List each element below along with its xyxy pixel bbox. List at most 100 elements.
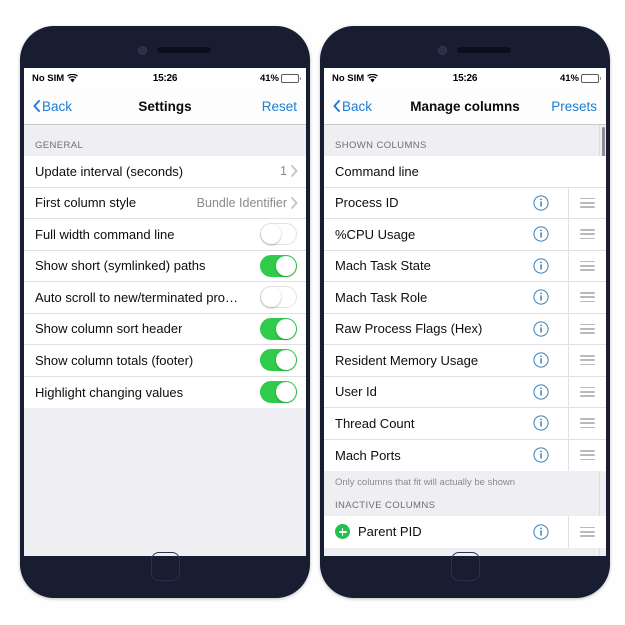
reorder-handle-icon[interactable] bbox=[569, 187, 606, 219]
row-label: Raw Process Flags (Hex) bbox=[335, 321, 483, 337]
table-row[interactable]: Command line bbox=[324, 156, 606, 188]
back-button[interactable]: Back bbox=[333, 99, 372, 114]
row-label: Auto scroll to new/terminated pro… bbox=[35, 289, 239, 305]
table-row[interactable]: %CPU Usage bbox=[324, 218, 606, 251]
phone-device-left: No SIM 15:26 41% Back Settings Reset GEN… bbox=[20, 26, 310, 598]
row-label: Command line bbox=[335, 163, 419, 179]
toggle-auto-scroll[interactable] bbox=[260, 286, 297, 309]
row-label: Mach Task State bbox=[335, 258, 431, 274]
toggle-show-column-sort-header[interactable] bbox=[260, 317, 297, 340]
toggle-show-column-totals[interactable] bbox=[260, 349, 297, 372]
info-icon[interactable] bbox=[533, 258, 549, 274]
back-button[interactable]: Back bbox=[33, 99, 72, 114]
row-show-short-paths[interactable]: Show short (symlinked) paths bbox=[24, 250, 306, 282]
table-row[interactable]: Process ID bbox=[324, 187, 606, 219]
earpiece-speaker bbox=[157, 47, 211, 53]
reorder-handle-icon[interactable] bbox=[569, 440, 606, 472]
table-row[interactable]: Parent PID bbox=[324, 516, 606, 548]
chevron-left-icon bbox=[33, 100, 40, 112]
reorder-handle-icon[interactable] bbox=[569, 219, 606, 251]
row-label: First column style bbox=[35, 195, 137, 211]
row-label: Process ID bbox=[335, 195, 399, 211]
table-row[interactable]: Mach Task State bbox=[324, 250, 606, 282]
chevron-right-icon bbox=[291, 196, 298, 209]
row-value: Bundle Identifier bbox=[196, 195, 287, 210]
home-button[interactable] bbox=[451, 552, 480, 581]
home-button[interactable] bbox=[151, 552, 180, 581]
reorder-handle-icon[interactable] bbox=[569, 313, 606, 345]
info-icon[interactable] bbox=[533, 524, 549, 540]
info-icon[interactable] bbox=[533, 321, 549, 337]
row-full-width-command-line[interactable]: Full width command line bbox=[24, 219, 306, 251]
info-icon[interactable] bbox=[533, 447, 549, 463]
table-row[interactable]: Mach Task Role bbox=[324, 281, 606, 314]
table-row[interactable]: Mach Ports bbox=[324, 439, 606, 472]
reorder-handle-icon[interactable] bbox=[569, 250, 606, 282]
back-button-label: Back bbox=[342, 98, 373, 114]
phone-device-right: No SIM 15:26 41% Back Manage columns Pre… bbox=[320, 26, 610, 598]
shown-columns-rows: Command line Process ID %CPU Usage Mach … bbox=[324, 156, 606, 471]
row-show-column-sort-header[interactable]: Show column sort header bbox=[24, 313, 306, 345]
table-row[interactable]: User Id bbox=[324, 376, 606, 408]
info-icon[interactable] bbox=[533, 384, 549, 400]
row-auto-scroll[interactable]: Auto scroll to new/terminated pro… bbox=[24, 282, 306, 314]
battery-icon bbox=[281, 73, 301, 83]
manage-columns-list: SHOWN COLUMNS Command line Process ID %C… bbox=[324, 125, 606, 556]
row-label: Show column sort header bbox=[35, 321, 183, 337]
toggle-full-width-command-line[interactable] bbox=[260, 223, 297, 246]
presets-button[interactable]: Presets bbox=[551, 99, 597, 114]
table-row[interactable]: Raw Process Flags (Hex) bbox=[324, 313, 606, 345]
reset-button[interactable]: Reset bbox=[262, 99, 297, 114]
section-header-shown-columns: SHOWN COLUMNS bbox=[324, 125, 606, 156]
battery-percent-label: 41% bbox=[259, 72, 279, 84]
section-header-inactive-columns: INACTIVE COLUMNS bbox=[324, 491, 606, 516]
info-icon[interactable] bbox=[533, 195, 549, 211]
row-label: Resident Memory Usage bbox=[335, 352, 479, 368]
reorder-handle-icon[interactable] bbox=[569, 408, 606, 440]
row-label: Mach Ports bbox=[335, 447, 401, 463]
info-icon[interactable] bbox=[533, 352, 549, 368]
screen-left: No SIM 15:26 41% Back Settings Reset GEN… bbox=[24, 68, 306, 556]
row-first-column-style[interactable]: First column style Bundle Identifier bbox=[24, 187, 306, 219]
row-label: Show short (symlinked) paths bbox=[35, 258, 206, 274]
reorder-handle-icon[interactable] bbox=[569, 516, 606, 548]
row-update-interval[interactable]: Update interval (seconds) 1 bbox=[24, 156, 306, 188]
screen-right: No SIM 15:26 41% Back Manage columns Pre… bbox=[324, 68, 606, 556]
status-bar-right: No SIM 15:26 41% bbox=[324, 68, 606, 88]
back-button-label: Back bbox=[42, 98, 73, 114]
settings-rows: Update interval (seconds) 1 First column… bbox=[24, 156, 306, 408]
footer-note: Only columns that fit will actually be s… bbox=[324, 471, 606, 491]
toggle-highlight-changing-values[interactable] bbox=[260, 381, 297, 404]
table-row[interactable]: Resident Memory Usage bbox=[324, 344, 606, 377]
row-value: 1 bbox=[280, 164, 287, 179]
row-label: User Id bbox=[335, 384, 377, 400]
row-label: Update interval (seconds) bbox=[35, 163, 184, 179]
front-camera-icon bbox=[138, 46, 147, 55]
inactive-columns-rows: Parent PID bbox=[324, 516, 606, 548]
row-show-column-totals[interactable]: Show column totals (footer) bbox=[24, 345, 306, 377]
reorder-handle-icon[interactable] bbox=[569, 345, 606, 377]
row-label: Mach Task Role bbox=[335, 289, 428, 305]
settings-list: GENERAL Update interval (seconds) 1 Firs… bbox=[24, 125, 306, 556]
battery-percent-label: 41% bbox=[559, 72, 579, 84]
plus-circle-icon[interactable] bbox=[335, 524, 350, 540]
info-icon[interactable] bbox=[533, 226, 549, 242]
row-label: %CPU Usage bbox=[335, 226, 416, 242]
info-icon[interactable] bbox=[533, 289, 549, 305]
reorder-handle-icon[interactable] bbox=[569, 376, 606, 408]
toggle-show-short-paths[interactable] bbox=[260, 254, 297, 277]
section-header-general: GENERAL bbox=[24, 125, 306, 156]
row-label: Show column totals (footer) bbox=[35, 352, 194, 368]
row-highlight-changing-values[interactable]: Highlight changing values bbox=[24, 376, 306, 408]
table-row[interactable]: Thread Count bbox=[324, 407, 606, 440]
row-label: Thread Count bbox=[335, 415, 415, 431]
reorder-handle-icon[interactable] bbox=[569, 282, 606, 314]
front-camera-icon bbox=[438, 46, 447, 55]
earpiece-speaker bbox=[457, 47, 511, 53]
info-icon[interactable] bbox=[533, 415, 549, 431]
row-label: Highlight changing values bbox=[35, 384, 184, 400]
status-bar-left: No SIM 15:26 41% bbox=[24, 68, 306, 88]
screenshot-stage: No SIM 15:26 41% Back Settings Reset GEN… bbox=[0, 0, 625, 625]
battery-icon bbox=[581, 73, 601, 83]
row-label: Parent PID bbox=[358, 524, 422, 540]
